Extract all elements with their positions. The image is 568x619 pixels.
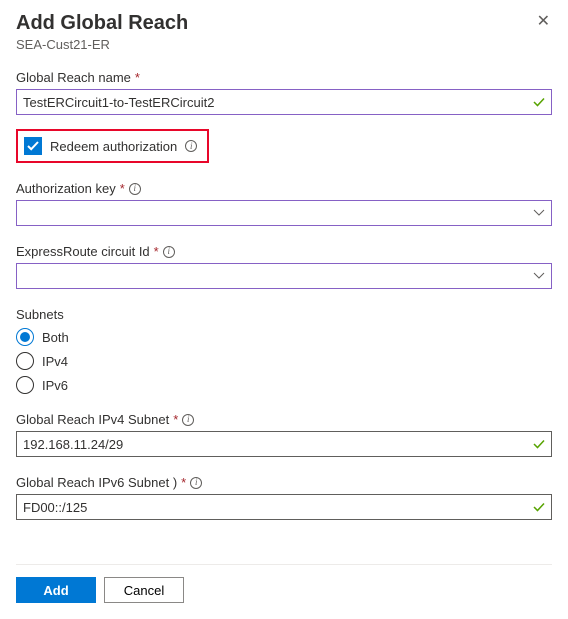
- subnet-radio-ipv4[interactable]: IPv4: [16, 352, 552, 370]
- chevron-down-icon: [533, 270, 545, 282]
- info-icon[interactable]: i: [190, 477, 202, 489]
- subnets-radio-group: Both IPv4 IPv6: [16, 328, 552, 394]
- add-button[interactable]: Add: [16, 577, 96, 603]
- radio-icon: [16, 328, 34, 346]
- subnet-radio-ipv6[interactable]: IPv6: [16, 376, 552, 394]
- radio-label: Both: [42, 330, 69, 345]
- radio-label: IPv4: [42, 354, 68, 369]
- info-icon[interactable]: i: [163, 246, 175, 258]
- ipv6-subnet-input[interactable]: FD00::/125: [16, 494, 552, 520]
- required-indicator: *: [173, 412, 178, 427]
- radio-icon: [16, 352, 34, 370]
- close-icon[interactable]: ✕: [535, 12, 552, 32]
- check-icon: [533, 96, 545, 108]
- auth-key-label: Authorization key: [16, 181, 116, 196]
- redeem-authorization-label: Redeem authorization: [50, 139, 177, 154]
- subnet-radio-both[interactable]: Both: [16, 328, 552, 346]
- required-indicator: *: [181, 475, 186, 490]
- info-icon[interactable]: i: [182, 414, 194, 426]
- ipv6-subnet-value: FD00::/125: [23, 500, 87, 515]
- check-icon: [533, 438, 545, 450]
- redeem-authorization-checkbox[interactable]: [24, 137, 42, 155]
- ipv4-subnet-value: 192.168.11.24/29: [23, 437, 123, 452]
- radio-label: IPv6: [42, 378, 68, 393]
- info-icon[interactable]: i: [185, 140, 197, 152]
- global-reach-name-label: Global Reach name: [16, 70, 131, 85]
- info-icon[interactable]: i: [129, 183, 141, 195]
- circuit-id-label: ExpressRoute circuit Id: [16, 244, 150, 259]
- global-reach-name-input[interactable]: TestERCircuit1-to-TestERCircuit2: [16, 89, 552, 115]
- ipv4-subnet-label: Global Reach IPv4 Subnet: [16, 412, 169, 427]
- subnets-label: Subnets: [16, 307, 64, 322]
- redeem-authorization-row: Redeem authorization i: [16, 129, 209, 163]
- check-icon: [533, 501, 545, 513]
- ipv4-subnet-input[interactable]: 192.168.11.24/29: [16, 431, 552, 457]
- global-reach-name-value: TestERCircuit1-to-TestERCircuit2: [23, 95, 214, 110]
- auth-key-input[interactable]: [16, 200, 552, 226]
- required-indicator: *: [120, 181, 125, 196]
- circuit-id-input[interactable]: [16, 263, 552, 289]
- required-indicator: *: [154, 244, 159, 259]
- ipv6-subnet-label: Global Reach IPv6 Subnet ): [16, 475, 177, 490]
- panel-subtitle: SEA-Cust21-ER: [16, 37, 188, 52]
- required-indicator: *: [135, 70, 140, 85]
- cancel-button[interactable]: Cancel: [104, 577, 184, 603]
- chevron-down-icon: [533, 207, 545, 219]
- panel-title: Add Global Reach: [16, 12, 188, 35]
- radio-icon: [16, 376, 34, 394]
